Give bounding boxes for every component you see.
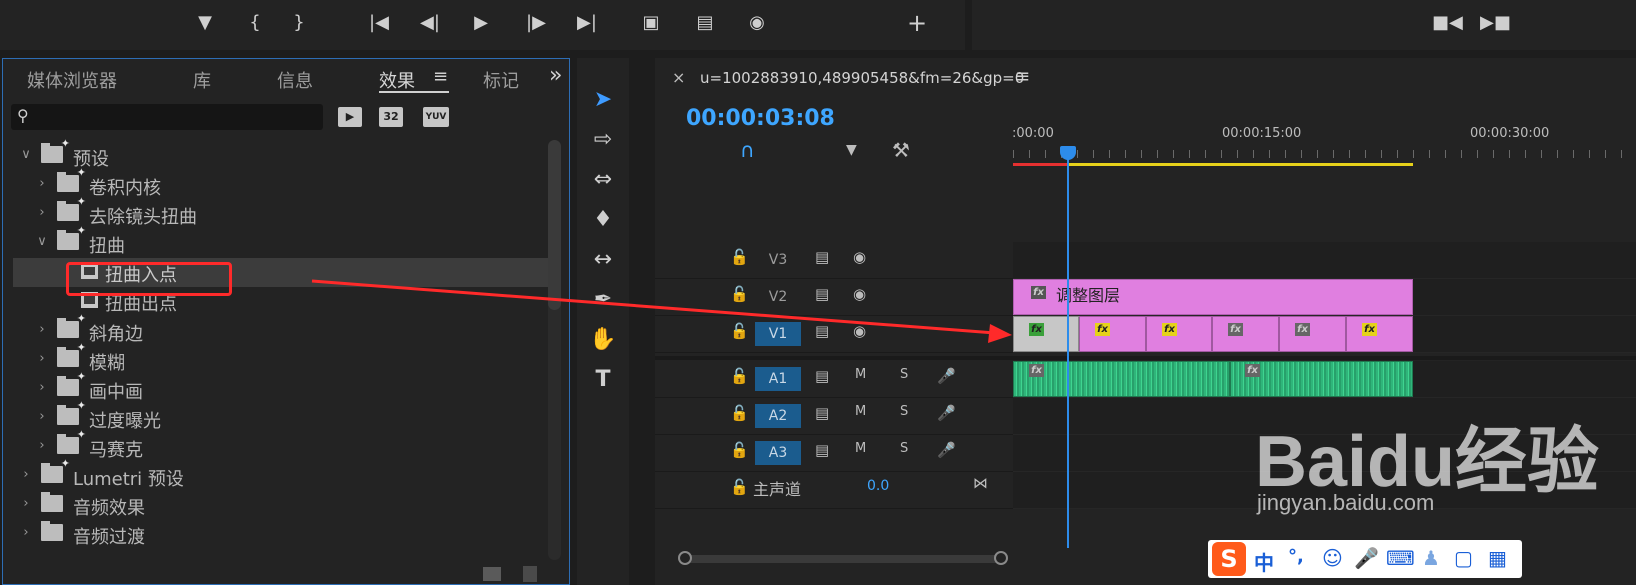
mic-icon[interactable]: 🎤 bbox=[1354, 546, 1379, 570]
watermark-url: jingyan.baidu.com bbox=[1257, 490, 1435, 515]
ime-logo[interactable]: S bbox=[1212, 542, 1246, 576]
shirt-icon[interactable]: ▢ bbox=[1454, 546, 1473, 570]
user-icon[interactable]: ♟ bbox=[1422, 546, 1440, 570]
emoji-icon[interactable]: ☺ bbox=[1322, 546, 1343, 570]
ime-punctuation-toggle[interactable]: °, bbox=[1288, 546, 1304, 567]
annotation-arrow-shaft bbox=[311, 279, 996, 335]
annotation-arrow-head bbox=[988, 324, 1012, 343]
ime-toolbar: S 中 °, ☺ 🎤 ⌨ ♟ ▢ ▦ bbox=[1208, 540, 1522, 578]
baidu-watermark: Baidu经验 jingyan.baidu.com bbox=[1255, 402, 1599, 515]
keyboard-icon[interactable]: ⌨ bbox=[1386, 546, 1415, 570]
grid-icon[interactable]: ▦ bbox=[1488, 546, 1507, 570]
ime-language-toggle[interactable]: 中 bbox=[1254, 547, 1274, 576]
